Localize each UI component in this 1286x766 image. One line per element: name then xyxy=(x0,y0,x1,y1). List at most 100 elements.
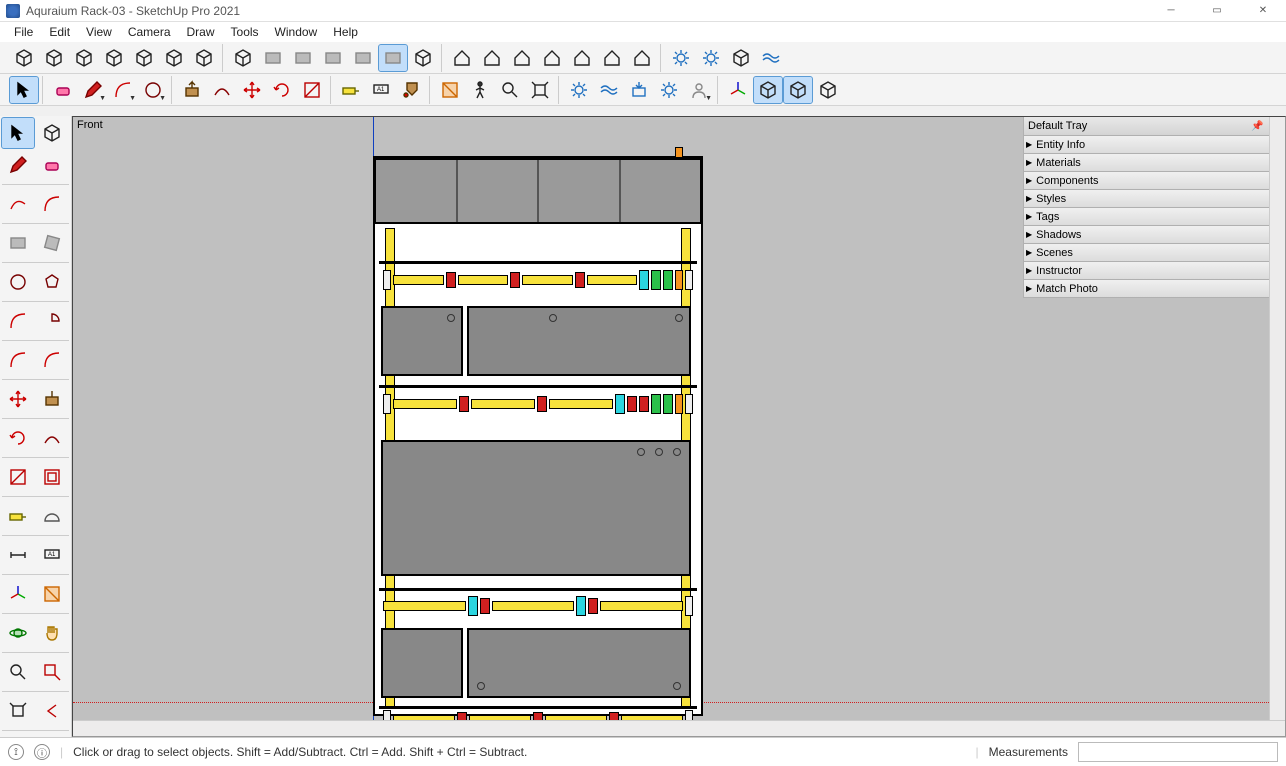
guides-button[interactable] xyxy=(814,77,842,103)
pie-button[interactable] xyxy=(36,306,68,336)
solid-union-button[interactable] xyxy=(160,45,188,71)
axes-button[interactable] xyxy=(724,77,752,103)
geo-status-icon[interactable]: ⟟ xyxy=(8,744,24,760)
account-button[interactable]: ▼ xyxy=(685,77,713,103)
top-view-button[interactable] xyxy=(259,45,287,71)
maximize-button[interactable]: ▭ xyxy=(1194,0,1240,22)
text-tool-button[interactable]: A1 xyxy=(36,540,68,570)
menu-view[interactable]: View xyxy=(78,23,120,41)
menu-draw[interactable]: Draw xyxy=(179,23,223,41)
freehand-button[interactable] xyxy=(2,189,34,219)
solid-tools-button[interactable] xyxy=(130,45,158,71)
back-view-button[interactable] xyxy=(349,45,377,71)
eraser-button[interactable] xyxy=(49,77,77,103)
house-full-button[interactable] xyxy=(448,45,476,71)
hidden-geom-2-button[interactable] xyxy=(784,77,812,103)
orbit-tool-button[interactable] xyxy=(2,618,34,648)
eraser-tool-button[interactable] xyxy=(36,150,68,180)
zoom-extents-button[interactable] xyxy=(526,77,554,103)
tag-tool-button[interactable] xyxy=(70,45,98,71)
sectionplane-button[interactable] xyxy=(436,77,464,103)
arc-tool-button[interactable] xyxy=(2,306,34,336)
menu-edit[interactable]: Edit xyxy=(41,23,78,41)
menu-window[interactable]: Window xyxy=(267,23,326,41)
tray-section-scenes[interactable]: ▶Scenes✕ xyxy=(1024,244,1285,262)
zoom-window-button[interactable] xyxy=(36,657,68,687)
viewport-scrollbar-horizontal[interactable] xyxy=(73,720,1285,736)
circle-button[interactable]: ▼ xyxy=(139,77,167,103)
tape-measure-button[interactable] xyxy=(2,501,34,531)
side-view-button[interactable] xyxy=(319,45,347,71)
outliner-button[interactable] xyxy=(40,45,68,71)
credits-icon[interactable]: ⓘ xyxy=(34,744,50,760)
layers-button[interactable] xyxy=(100,45,128,71)
house-section-button[interactable] xyxy=(628,45,656,71)
viewport[interactable]: Front xyxy=(72,116,1286,737)
viewport-scrollbar-vertical[interactable] xyxy=(1269,117,1285,720)
move-tool-button[interactable] xyxy=(2,384,34,414)
select-button[interactable] xyxy=(2,118,34,148)
make-component-button[interactable] xyxy=(10,45,38,71)
tray-section-shadows[interactable]: ▶Shadows✕ xyxy=(1024,226,1285,244)
tray-section-match-photo[interactable]: ▶Match Photo✕ xyxy=(1024,280,1285,298)
tape-button[interactable] xyxy=(337,77,365,103)
arc2-button[interactable] xyxy=(36,189,68,219)
polygon-button[interactable] xyxy=(36,267,68,297)
3d-warehouse-get-button[interactable] xyxy=(625,77,653,103)
text-label-button[interactable]: A1 xyxy=(367,77,395,103)
dimension-button[interactable] xyxy=(2,540,34,570)
pan-tool-button[interactable] xyxy=(36,618,68,648)
hidden-geom-1-button[interactable] xyxy=(754,77,782,103)
pushpull-button[interactable] xyxy=(178,77,206,103)
iso-view-button[interactable] xyxy=(229,45,257,71)
follow-me-button[interactable] xyxy=(208,77,236,103)
add-location-button[interactable] xyxy=(595,77,623,103)
ext-wave-button[interactable] xyxy=(757,45,785,71)
house-plan-button[interactable] xyxy=(538,45,566,71)
rotate-button[interactable] xyxy=(268,77,296,103)
extension-wh-1-button[interactable] xyxy=(667,45,695,71)
protractor-button[interactable] xyxy=(36,501,68,531)
move-button[interactable] xyxy=(238,77,266,103)
line-button[interactable]: ▼ xyxy=(79,77,107,103)
paint-bucket-button[interactable] xyxy=(397,77,425,103)
offset-tool-button[interactable] xyxy=(36,462,68,492)
extension-wh-2-button[interactable] xyxy=(697,45,725,71)
house-xray-button[interactable] xyxy=(598,45,626,71)
tray-header[interactable]: Default Tray 📌 ✕ xyxy=(1024,117,1285,136)
scale-button[interactable] xyxy=(298,77,326,103)
pushpull-tool-button[interactable] xyxy=(36,384,68,414)
house-wire-button[interactable] xyxy=(568,45,596,71)
tray-section-components[interactable]: ▶Components✕ xyxy=(1024,172,1285,190)
house-iso-button[interactable] xyxy=(508,45,536,71)
prev-view-button[interactable] xyxy=(36,696,68,726)
rectangle-button[interactable] xyxy=(2,228,34,258)
bottom-view-button[interactable] xyxy=(289,45,317,71)
menu-tools[interactable]: Tools xyxy=(223,23,267,41)
front-view-button[interactable] xyxy=(379,45,407,71)
section-tool-button[interactable] xyxy=(36,579,68,609)
zoom-button[interactable] xyxy=(496,77,524,103)
circle-tool-button[interactable] xyxy=(2,267,34,297)
rotate-tool-button[interactable] xyxy=(2,423,34,453)
2pt-arc-button[interactable] xyxy=(36,345,68,375)
house-front-button[interactable] xyxy=(478,45,506,71)
menu-camera[interactable]: Camera xyxy=(120,23,179,41)
zoom-extents-tool-button[interactable] xyxy=(2,696,34,726)
walk-button[interactable] xyxy=(466,77,494,103)
close-button[interactable]: ✕ xyxy=(1240,0,1286,22)
ext-grey-1-button[interactable] xyxy=(727,45,755,71)
tray-section-styles[interactable]: ▶Styles✕ xyxy=(1024,190,1285,208)
minimize-button[interactable]: ─ xyxy=(1148,0,1194,22)
tray-section-entity-info[interactable]: ▶Entity Info✕ xyxy=(1024,136,1285,154)
zoom-tool-button[interactable] xyxy=(2,657,34,687)
perspective-button[interactable] xyxy=(409,45,437,71)
menu-help[interactable]: Help xyxy=(325,23,366,41)
geo-locate-button[interactable] xyxy=(565,77,593,103)
scale-tool-button[interactable] xyxy=(2,462,34,492)
measurements-input[interactable] xyxy=(1078,742,1278,762)
tray-pin-icon[interactable]: 📌 xyxy=(1248,121,1266,132)
tray-section-instructor[interactable]: ▶Instructor✕ xyxy=(1024,262,1285,280)
3d-warehouse-set-button[interactable] xyxy=(655,77,683,103)
select-arrow-button[interactable] xyxy=(10,77,38,103)
